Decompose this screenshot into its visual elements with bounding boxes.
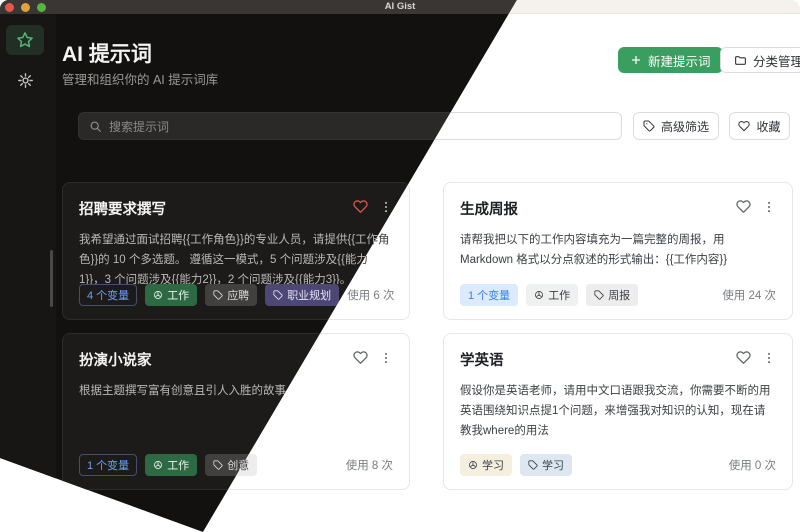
new-prompt-button[interactable]: 新建提示词 (618, 47, 723, 73)
new-prompt-label: 新建提示词 (648, 51, 711, 70)
prompt-card-title: 扮演小说家 (79, 349, 152, 370)
tag-badge[interactable]: 学习 (520, 454, 572, 476)
more-menu-icon[interactable] (379, 351, 393, 365)
prompt-card-description: 我希望通过面试招聘{{工作角色}}的专业人员，请提供{{工作角色}}的 10 个… (79, 230, 393, 284)
category-icon (534, 290, 544, 300)
tag-icon (594, 290, 604, 300)
favorite-heart-icon[interactable] (353, 350, 368, 365)
variable-count-badge: 1 个变量 (79, 454, 137, 476)
search-icon (89, 120, 102, 133)
folder-icon (734, 54, 747, 67)
star-icon (16, 31, 34, 49)
tag-icon (643, 120, 655, 132)
tag-icon (273, 290, 283, 300)
prompt-card-learn-english[interactable]: 学英语 假设你是英语老师，请用中文口语跟我交流，你需要不断的用英语围绕知识点提1… (443, 333, 793, 490)
close-button[interactable] (5, 3, 14, 12)
advanced-filter-label: 高级筛选 (661, 118, 709, 135)
sidebar (0, 14, 56, 532)
usage-count: 使用 0 次 (729, 457, 776, 473)
heart-icon (738, 120, 750, 132)
tag-icon (213, 460, 223, 470)
category-icon (153, 460, 163, 470)
prompt-card-weekly-report[interactable]: 生成周报 请帮我把以下的工作内容填充为一篇完整的周报，用 Markdown 格式… (443, 182, 793, 320)
usage-count: 使用 8 次 (346, 457, 393, 473)
favorites-filter-button[interactable]: 收藏 (729, 112, 790, 140)
zoom-window-button[interactable] (37, 3, 46, 12)
prompt-card-description: 请帮我把以下的工作内容填充为一篇完整的周报，用 Markdown 格式以分点叙述… (460, 230, 776, 284)
settings-button[interactable] (14, 69, 36, 91)
tag-badge[interactable]: 工作 (145, 454, 197, 476)
plus-icon (630, 54, 642, 66)
sidebar-item-prompts[interactable] (6, 25, 44, 55)
prompt-card-title: 学英语 (460, 349, 504, 370)
more-menu-icon[interactable] (379, 200, 393, 214)
category-manage-button[interactable]: 分类管理 (720, 47, 800, 73)
favorite-heart-icon[interactable] (353, 199, 368, 214)
page-subtitle: 管理和组织你的 AI 提示词库 (62, 69, 218, 88)
advanced-filter-button[interactable]: 高级筛选 (633, 112, 719, 140)
minimize-button[interactable] (21, 3, 30, 12)
tag-badge[interactable]: 应聘 (205, 284, 257, 306)
prompt-card-title: 招聘要求撰写 (79, 198, 166, 219)
tag-badge[interactable]: 学习 (460, 454, 512, 476)
usage-count: 使用 24 次 (722, 287, 776, 303)
favorites-filter-label: 收藏 (756, 118, 780, 135)
tag-badge[interactable]: 职业规划 (265, 284, 339, 306)
variable-count-badge: 1 个变量 (460, 284, 518, 306)
composite-canvas: AI Gist AI 提示词 管理和组织你的 AI 提示 (0, 0, 800, 532)
category-icon (153, 290, 163, 300)
favorite-heart-icon[interactable] (736, 199, 751, 214)
search-placeholder: 搜索提示词 (109, 118, 169, 135)
tag-badge[interactable]: 工作 (145, 284, 197, 306)
tag-icon (213, 290, 223, 300)
page-title: AI 提示词 (62, 38, 152, 68)
scrollbar-thumb[interactable] (50, 250, 53, 307)
traffic-lights (5, 3, 46, 12)
usage-count: 使用 6 次 (347, 287, 394, 303)
prompt-card-title: 生成周报 (460, 198, 518, 219)
variable-count-badge: 4 个变量 (79, 284, 137, 306)
tag-badge[interactable]: 工作 (526, 284, 578, 306)
gear-icon (17, 72, 34, 89)
prompt-card-description: 假设你是英语老师，请用中文口语跟我交流，你需要不断的用英语围绕知识点提1个问题，… (460, 381, 776, 454)
window-title: AI Gist (385, 1, 416, 12)
favorite-heart-icon[interactable] (736, 350, 751, 365)
category-icon (468, 460, 478, 470)
tag-badge[interactable]: 周报 (586, 284, 638, 306)
tag-icon (528, 460, 538, 470)
more-menu-icon[interactable] (762, 351, 776, 365)
category-manage-label: 分类管理 (753, 51, 800, 70)
more-menu-icon[interactable] (762, 200, 776, 214)
